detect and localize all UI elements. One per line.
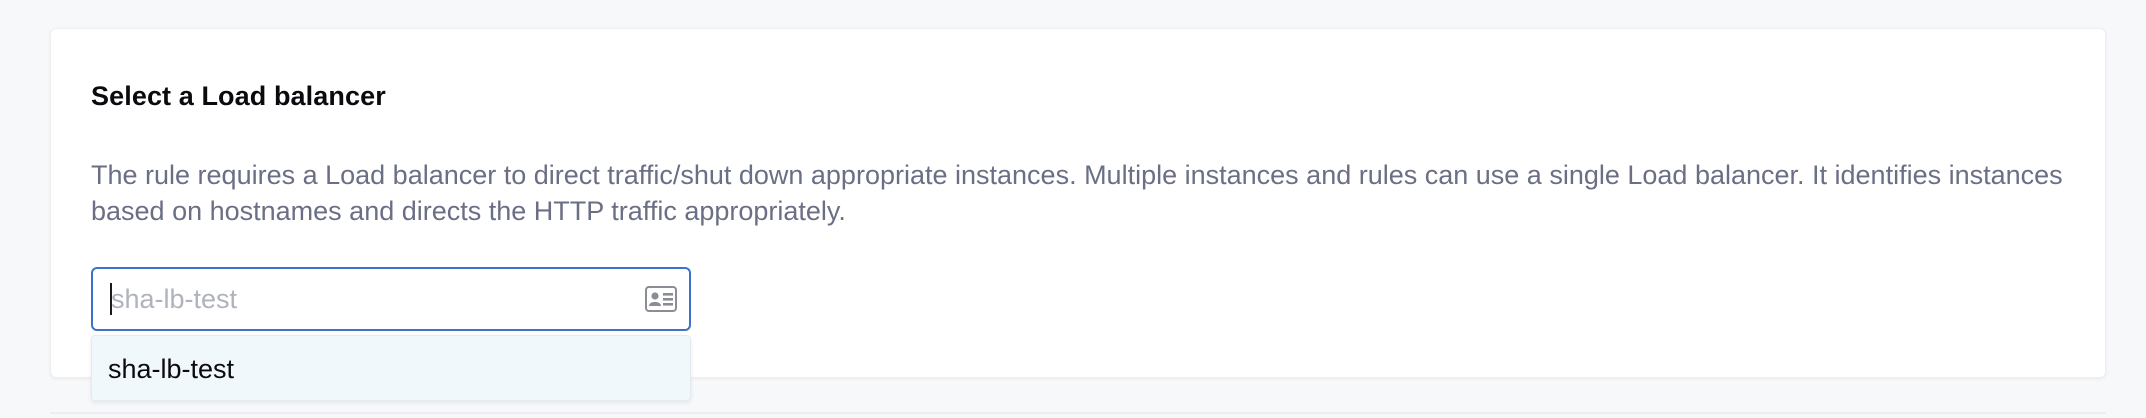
section-title: Select a Load balancer	[91, 81, 386, 111]
section-divider	[50, 412, 2106, 414]
load-balancer-card: Select a Load balancer The rule requires…	[50, 28, 2106, 401]
dropdown-option[interactable]: sha-lb-test	[108, 336, 234, 402]
section-description: The rule requires a Load balancer to dir…	[91, 160, 2063, 226]
load-balancer-input[interactable]	[109, 269, 629, 329]
load-balancer-field[interactable]	[91, 267, 691, 331]
contact-card-icon[interactable]	[645, 286, 677, 312]
load-balancer-dropdown: sha-lb-test	[91, 335, 691, 401]
text-caret	[110, 283, 112, 315]
